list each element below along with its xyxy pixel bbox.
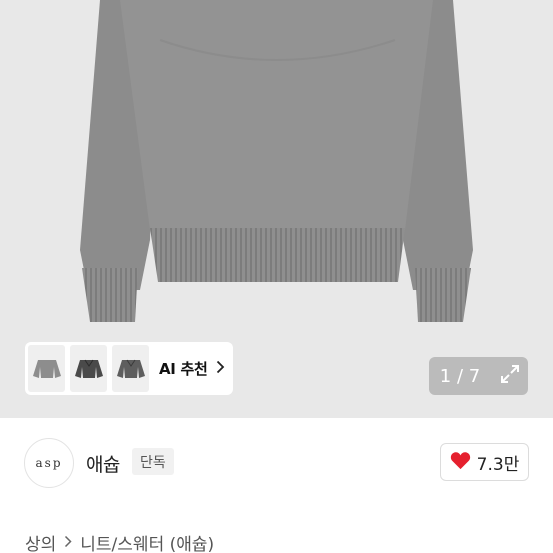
image-pager: 1 / 7 bbox=[429, 357, 491, 395]
shop-logo[interactable]: asp bbox=[24, 438, 74, 488]
shop-name[interactable]: 애슙 bbox=[86, 450, 120, 477]
like-count: 7.3만 bbox=[476, 454, 520, 475]
expand-button[interactable] bbox=[491, 357, 528, 395]
chevron-right-icon bbox=[64, 533, 72, 552]
like-button[interactable]: 7.3만 bbox=[440, 443, 529, 481]
sweater-thumb-3[interactable] bbox=[112, 345, 149, 392]
sweater-thumb-2[interactable] bbox=[70, 345, 107, 392]
heart-icon bbox=[450, 451, 471, 474]
ai-recommend-button[interactable]: AI 추천 bbox=[25, 342, 233, 395]
sweater-thumb-1[interactable] bbox=[28, 345, 65, 392]
breadcrumb-subcategory[interactable]: 니트/스웨터 (애슙) bbox=[80, 530, 214, 553]
exclusive-badge: 단독 bbox=[132, 448, 174, 475]
product-image-gallery[interactable]: AI 추천 1 / 7 bbox=[0, 0, 553, 418]
breadcrumb: 상의 니트/스웨터 (애슙) bbox=[25, 530, 214, 553]
expand-icon bbox=[499, 363, 521, 389]
ai-recommend-label: AI 추천 bbox=[159, 360, 208, 378]
breadcrumb-category[interactable]: 상의 bbox=[25, 530, 56, 553]
chevron-right-icon bbox=[216, 359, 225, 378]
shop-info-row: asp 애슙 단독 7.3만 bbox=[0, 418, 553, 508]
